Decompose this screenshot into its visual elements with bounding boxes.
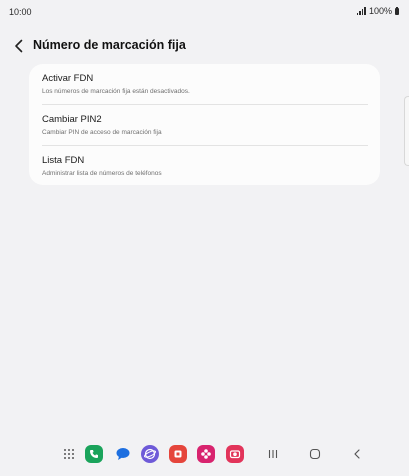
- back-glyph: [354, 449, 360, 459]
- gallery-app-icon[interactable]: [197, 445, 215, 463]
- list-item-cambiar-pin2[interactable]: Cambiar PIN2 Cambiar PIN de acceso de ma…: [29, 105, 380, 145]
- signal-icon: [356, 7, 366, 15]
- phone-app-icon[interactable]: [85, 445, 103, 463]
- recents-icon[interactable]: [263, 444, 283, 464]
- status-bar: 10:00 100%: [0, 0, 409, 24]
- internet-glyph: [144, 448, 156, 460]
- item-subtitle: Los números de marcación fija están desa…: [42, 88, 190, 95]
- taskbar: [0, 440, 409, 470]
- phone-glyph: [90, 450, 98, 458]
- battery-level: 100%: [368, 6, 392, 16]
- item-title: Activar FDN: [42, 73, 94, 84]
- internet-app-icon[interactable]: [141, 445, 159, 463]
- back-button[interactable]: [10, 36, 28, 56]
- apps-grid-icon[interactable]: [59, 444, 79, 464]
- app-bar: Número de marcación fija: [0, 34, 409, 58]
- list-item-activar-fdn[interactable]: Activar FDN Los números de marcación fij…: [29, 64, 380, 104]
- home-icon[interactable]: [305, 444, 325, 464]
- item-title: Cambiar PIN2: [42, 114, 102, 125]
- store-glyph: [174, 450, 182, 458]
- gallery-glyph: [201, 449, 211, 459]
- status-time: 10:00: [9, 7, 32, 17]
- camera-glyph: [229, 450, 241, 459]
- edge-panel-handle[interactable]: [404, 96, 409, 166]
- camera-app-icon[interactable]: [226, 445, 244, 463]
- settings-card: Activar FDN Los números de marcación fij…: [29, 64, 380, 185]
- item-title: Lista FDN: [42, 155, 85, 166]
- apps-grid-glyph: [64, 449, 74, 459]
- item-subtitle: Cambiar PIN de acceso de marcación fija: [42, 129, 162, 136]
- item-subtitle: Administrar lista de números de teléfono…: [42, 170, 162, 177]
- store-app-icon[interactable]: [169, 445, 187, 463]
- back-icon[interactable]: [347, 444, 367, 464]
- battery-icon: [395, 6, 399, 15]
- status-indicators: 100%: [356, 6, 399, 16]
- recents-glyph: [268, 450, 278, 458]
- messages-glyph: [116, 448, 130, 460]
- page-title: Número de marcación fija: [33, 38, 186, 52]
- home-glyph: [309, 448, 321, 460]
- chevron-left-icon: [15, 39, 23, 53]
- messages-app-icon[interactable]: [113, 444, 133, 464]
- screen: 10:00 100% Número de marcación fija Acti…: [0, 0, 409, 476]
- list-item-lista-fdn[interactable]: Lista FDN Administrar lista de números d…: [29, 146, 380, 186]
